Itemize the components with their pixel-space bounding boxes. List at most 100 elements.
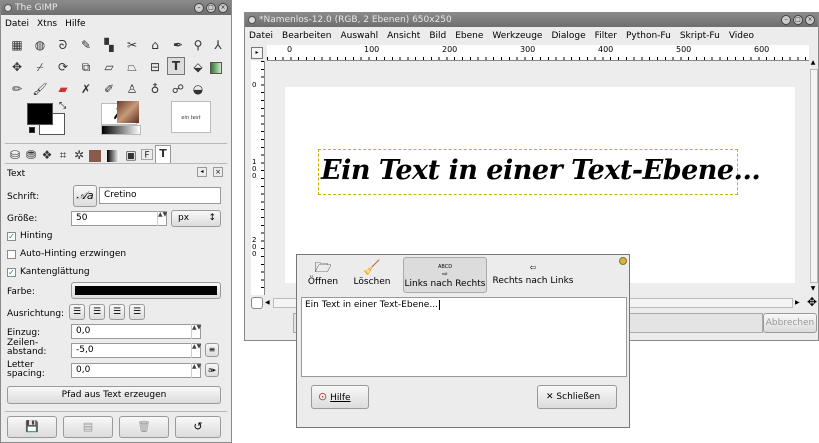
menu-filter[interactable]: Filter: [595, 29, 617, 43]
fuzzy-select-icon[interactable]: ✎: [78, 37, 94, 53]
dialog-handle-icon[interactable]: [619, 257, 627, 265]
justify-center-button[interactable]: ☰: [109, 304, 125, 320]
autohint-checkbox[interactable]: [7, 250, 16, 259]
menu-datei[interactable]: Datei: [5, 17, 29, 31]
menu-bearbeiten[interactable]: Bearbeiten: [282, 29, 331, 43]
indent-spinner-icon[interactable]: ▲▼: [191, 324, 201, 339]
restore-options-button[interactable]: ▤: [63, 416, 113, 438]
panel-menu-icon[interactable]: ◂: [197, 167, 207, 177]
eraser-icon[interactable]: ▰: [55, 81, 71, 97]
menu-ebene[interactable]: Ebene: [455, 29, 483, 43]
foreground-select-icon[interactable]: ⌂: [147, 37, 163, 53]
linespacing-spinner-icon[interactable]: ▲▼: [191, 343, 201, 358]
font-input[interactable]: Cretino: [99, 187, 221, 204]
text-tab-icon[interactable]: T: [155, 145, 171, 163]
navigate-icon[interactable]: ✥: [807, 295, 817, 309]
toolbox-titlebar[interactable]: The GIMP – □ ×: [1, 1, 231, 15]
menu-skript-fu[interactable]: Skript-Fu: [680, 29, 720, 43]
open-button[interactable]: 🗁 Öffnen: [303, 259, 343, 293]
panel-close-icon[interactable]: ×: [213, 167, 223, 177]
help-button[interactable]: ⊙ Hilfe: [311, 385, 369, 409]
menu-hilfe[interactable]: Hilfe: [65, 17, 85, 31]
editor-text-area[interactable]: Ein Text in einer Text-Ebene...: [301, 297, 627, 377]
ltr-button[interactable]: ABCD ⇨ Links nach Rechts: [403, 257, 487, 293]
fonts-tab-icon[interactable]: 🄵: [139, 147, 155, 163]
linespacing-input[interactable]: -5,0: [71, 343, 201, 358]
hscroll-left-icon[interactable]: ◀: [265, 299, 270, 306]
reset-options-button[interactable]: ↺: [175, 416, 221, 438]
clone-icon[interactable]: ♙: [124, 81, 140, 97]
vertical-scrollbar[interactable]: [810, 69, 818, 283]
maximize-icon[interactable]: □: [793, 15, 803, 25]
menu-python-fu[interactable]: Python-Fu: [626, 29, 671, 43]
letterspacing-input[interactable]: 0,0: [71, 363, 201, 378]
ellipse-select-icon[interactable]: ◍: [32, 37, 48, 53]
rtl-button[interactable]: ⇦ Rechts nach Links: [491, 257, 575, 293]
cancel-button[interactable]: Abbrechen: [763, 313, 817, 333]
patterns-tab-icon[interactable]: [89, 150, 101, 162]
pencil-icon[interactable]: ✏: [9, 81, 25, 97]
menu-datei[interactable]: Datei: [249, 29, 273, 43]
menu-dialoge[interactable]: Dialoge: [551, 29, 585, 43]
free-select-icon[interactable]: ᘐ: [55, 37, 71, 53]
smudge-icon[interactable]: ☍: [170, 81, 186, 97]
paths-icon[interactable]: ✒: [170, 37, 186, 53]
paintbrush-icon[interactable]: 🖌: [32, 81, 48, 97]
size-spinner-icon[interactable]: ▲▼: [157, 211, 167, 226]
path-from-text-button[interactable]: Pfad aus Text erzeugen: [7, 386, 221, 404]
brushes-tab-icon[interactable]: ✲: [71, 147, 87, 163]
channels-tab-icon[interactable]: ⌗: [55, 147, 71, 163]
perspective-icon[interactable]: ⏢: [124, 59, 140, 75]
layers-tab-icon[interactable]: ❖: [39, 147, 55, 163]
airbrush-icon[interactable]: ✗: [78, 81, 94, 97]
menu-auswahl[interactable]: Auswahl: [340, 29, 378, 43]
hinting-checkbox[interactable]: ✓: [7, 232, 16, 241]
vscroll-up-icon[interactable]: ▲: [809, 59, 817, 67]
menu-werkzeuge[interactable]: Werkzeuge: [492, 29, 542, 43]
heal-icon[interactable]: ♁: [147, 81, 163, 97]
save-options-button[interactable]: 💾: [7, 416, 57, 438]
text-color-button[interactable]: [71, 282, 221, 299]
pattern-preview[interactable]: [117, 101, 139, 123]
rotate-icon[interactable]: ⟳: [55, 59, 71, 75]
minimize-icon[interactable]: –: [194, 3, 204, 13]
menu-video[interactable]: Video: [729, 29, 754, 43]
gradients-tab-icon[interactable]: [107, 150, 119, 162]
indent-input[interactable]: 0,0: [71, 324, 201, 339]
shear-icon[interactable]: ▱: [101, 59, 117, 75]
image-menu-button-icon[interactable]: ▸: [251, 47, 263, 59]
gradient-preview[interactable]: [101, 125, 141, 135]
fg-color-swatch-front[interactable]: [27, 103, 53, 125]
menu-xtns[interactable]: Xtns: [37, 17, 57, 31]
justify-left-button[interactable]: ☰: [69, 304, 85, 320]
antialias-checkbox[interactable]: ✓: [7, 268, 16, 277]
letterspacing-spinner-icon[interactable]: ▲▼: [191, 363, 201, 378]
tool-options-tab-icon[interactable]: ⛁: [7, 147, 23, 163]
font-chooser-button[interactable]: 𝒜a: [73, 185, 97, 207]
default-colors-icon[interactable]: [29, 127, 35, 133]
vscroll-down-icon[interactable]: ▼: [809, 285, 817, 293]
scale-icon[interactable]: ⧉: [78, 59, 94, 75]
close-button[interactable]: ✕ Schließen: [537, 385, 617, 409]
close-icon[interactable]: ×: [805, 15, 815, 25]
color-picker-icon[interactable]: ⚲: [190, 37, 206, 53]
close-icon[interactable]: ×: [218, 3, 228, 13]
palettes-tab-icon[interactable]: ▣: [123, 147, 139, 163]
active-image-thumbnail[interactable]: ein text: [171, 101, 211, 133]
ink-icon[interactable]: ✐: [101, 81, 117, 97]
dodge-burn-icon[interactable]: ◒: [190, 81, 206, 97]
size-input[interactable]: 50: [71, 211, 167, 226]
color-select-icon[interactable]: ▚: [101, 37, 117, 53]
unit-select[interactable]: px ↕: [171, 210, 221, 227]
minimize-icon[interactable]: –: [781, 15, 791, 25]
clear-button[interactable]: 🧹 Löschen: [349, 259, 395, 293]
zoom-icon[interactable]: ⅄: [210, 37, 226, 53]
swap-colors-icon[interactable]: ⤡: [59, 101, 66, 111]
delete-options-button[interactable]: 🗑: [119, 416, 169, 438]
crop-icon[interactable]: ⌿: [32, 59, 48, 75]
text-tool-icon[interactable]: T: [167, 57, 185, 75]
devices-tab-icon[interactable]: ⛃: [23, 147, 39, 163]
image-titlebar[interactable]: *Namenlos-12.0 (RGB, 2 Ebenen) 650x250 –…: [245, 13, 818, 27]
menu-ansicht[interactable]: Ansicht: [387, 29, 420, 43]
justify-right-button[interactable]: ☰: [89, 304, 105, 320]
